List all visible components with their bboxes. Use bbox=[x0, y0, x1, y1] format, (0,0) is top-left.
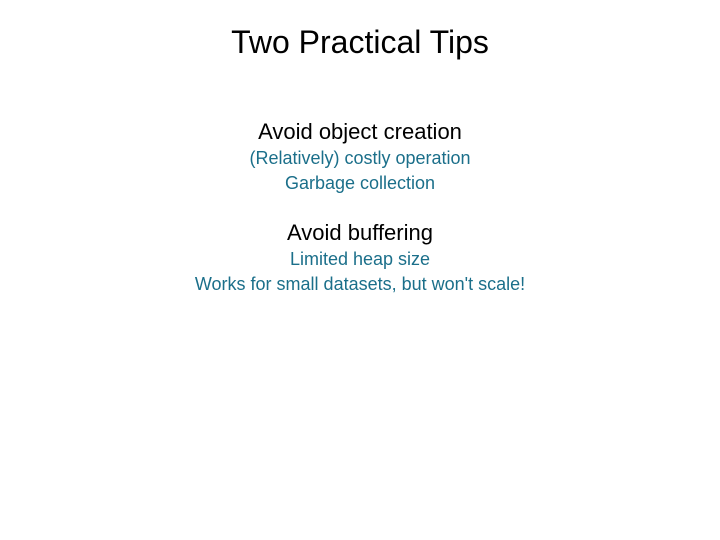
slide-title: Two Practical Tips bbox=[0, 0, 720, 61]
section-heading-1: Avoid object creation bbox=[0, 119, 720, 145]
section-heading-2: Avoid buffering bbox=[0, 220, 720, 246]
section-1-detail-1: (Relatively) costly operation bbox=[0, 147, 720, 170]
slide: Two Practical Tips Avoid object creation… bbox=[0, 0, 720, 540]
section-2-detail-2: Works for small datasets, but won't scal… bbox=[0, 273, 720, 296]
section-1-detail-2: Garbage collection bbox=[0, 172, 720, 195]
section-2-detail-1: Limited heap size bbox=[0, 248, 720, 271]
